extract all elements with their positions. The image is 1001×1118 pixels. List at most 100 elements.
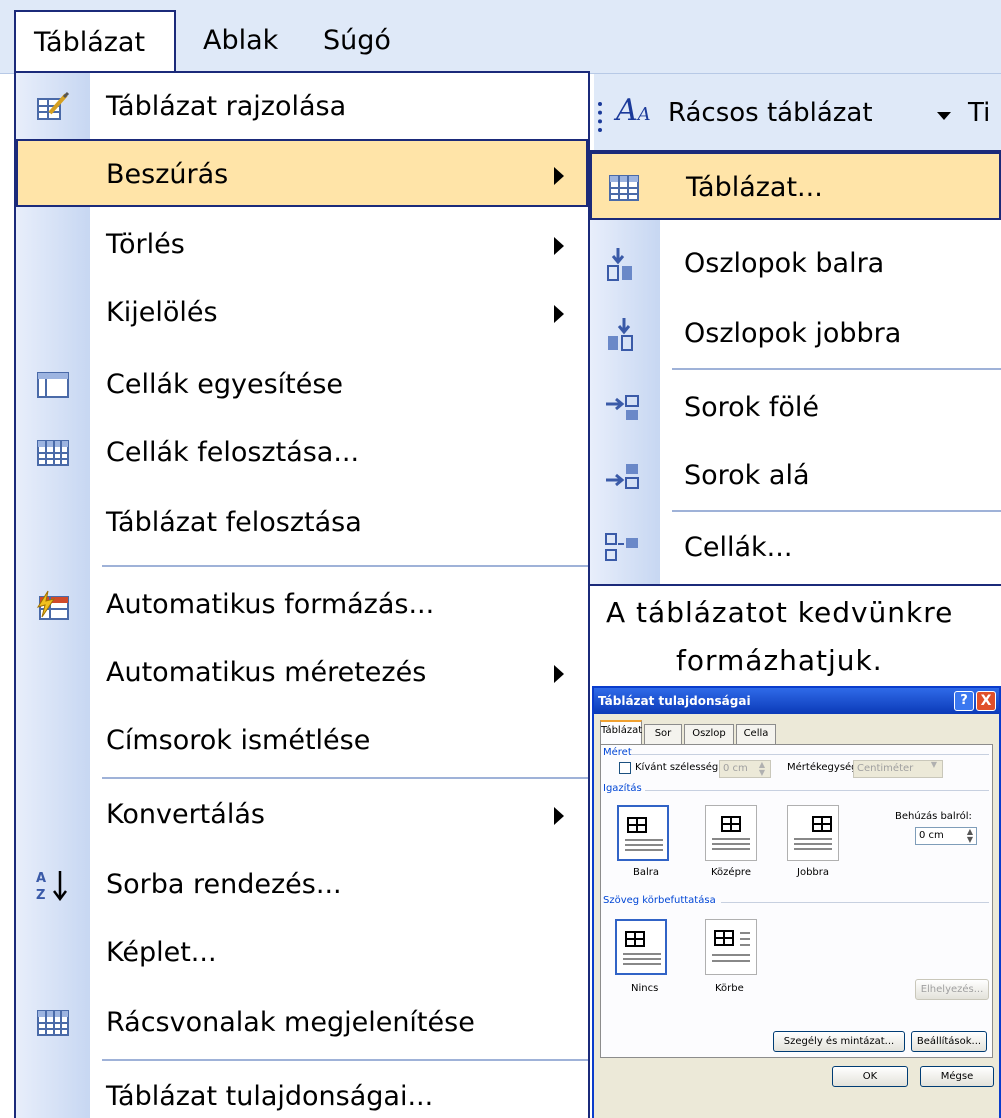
submenu-item-label: Oszlopok balra [684, 248, 885, 279]
positioning-button[interactable]: Elhelyezés... [915, 979, 989, 1000]
size-group-label: Méret [603, 747, 632, 758]
menu-item-label: Címsorok ismétlése [106, 725, 371, 756]
close-icon[interactable]: X [976, 691, 996, 711]
tab-column[interactable]: Oszlop [684, 724, 734, 744]
align-center-label: Középre [711, 867, 751, 878]
wrap-none-option[interactable] [615, 919, 667, 975]
menu-item-label: Automatikus méretezés [106, 657, 427, 688]
group-divider [631, 754, 989, 755]
spinner-icon[interactable]: ▲ ▼ [963, 828, 977, 844]
menu-item-convert[interactable]: Konvertálás [16, 781, 588, 849]
menu-tablazat[interactable]: Táblázat [14, 10, 176, 72]
menu-bar: Táblázat Ablak Súgó [0, 0, 1001, 74]
sort-az-icon: A Z [36, 871, 67, 901]
insert-table-icon [609, 175, 639, 201]
align-left-label: Balra [633, 867, 660, 878]
chevron-down-icon[interactable] [929, 96, 959, 134]
tab-row[interactable]: Sor [644, 724, 682, 744]
table-properties-dialog: Táblázat tulajdonságai ? X Táblázat Sor … [592, 686, 1001, 1118]
text-line [712, 960, 750, 962]
submenu-item-rows-below[interactable]: Sorok alá [590, 442, 1001, 510]
table-grid-icon [721, 816, 741, 832]
align-center-option[interactable] [705, 805, 757, 861]
preferred-width-checkbox[interactable] [619, 762, 631, 774]
submenu-item-columns-left[interactable]: Oszlopok balra [590, 230, 1001, 298]
submenu-item-label: Oszlopok jobbra [684, 318, 902, 349]
preferred-width-label: Kívánt szélesség: [635, 762, 722, 773]
table-style-combo[interactable]: Rácsos táblázat [668, 91, 873, 135]
tab-cell[interactable]: Cella [736, 724, 776, 744]
menu-item-formula[interactable]: Képlet... [16, 919, 588, 987]
menu-item-merge-cells[interactable]: Cellák egyesítése [16, 351, 588, 419]
cancel-button[interactable]: Mégse [920, 1066, 994, 1087]
insert-rows-below-icon [606, 464, 639, 489]
gridlines-icon [37, 1010, 69, 1036]
styles-glyph: A [616, 93, 638, 128]
toolbar-grip-icon[interactable] [598, 102, 602, 132]
options-button[interactable]: Beállítások... [911, 1031, 987, 1052]
menu-item-autofit[interactable]: Automatikus méretezés [16, 639, 588, 707]
submenu-item-table[interactable]: Táblázat... [590, 152, 1001, 220]
menu-item-select[interactable]: Kijelölés [16, 279, 588, 347]
text-line [623, 958, 661, 960]
menu-item-repeat-headings[interactable]: Címsorok ismétlése [16, 707, 588, 775]
menu-item-label: Beszúrás [106, 159, 229, 190]
submenu-item-label: Sorok fölé [684, 392, 820, 423]
menu-item-show-gridlines[interactable]: Rácsvonalak megjelenítése [16, 989, 588, 1057]
text-line [712, 838, 750, 840]
menu-item-delete[interactable]: Törlés [16, 211, 588, 279]
menu-item-label: Cellák egyesítése [106, 369, 344, 400]
text-line [794, 843, 832, 845]
group-divider [721, 902, 989, 903]
text-line [740, 932, 750, 934]
align-right-option[interactable] [787, 805, 839, 861]
caption-line-2: formázhatjuk. [676, 644, 883, 677]
styles-icon[interactable]: AA [616, 93, 651, 128]
align-left-option[interactable] [617, 805, 669, 861]
text-line [625, 844, 663, 846]
menu-ablak[interactable]: Ablak [185, 10, 296, 72]
text-line [794, 838, 832, 840]
borders-shading-button[interactable]: Szegély és mintázat... [773, 1031, 905, 1052]
wrap-around-label: Körbe [715, 983, 744, 994]
split-cells-icon [37, 440, 69, 466]
menu-item-split-table[interactable]: Táblázat felosztása [16, 489, 588, 557]
tab-table[interactable]: Táblázat [600, 720, 642, 745]
table-grid-icon [627, 817, 647, 833]
submenu-item-columns-right[interactable]: Oszlopok jobbra [590, 300, 1001, 368]
submenu-item-cells[interactable]: Cellák... [590, 514, 1001, 582]
submenu-arrow-icon [554, 807, 564, 825]
chevron-down-icon[interactable]: ▼ [927, 761, 941, 777]
menu-item-split-cells[interactable]: Cellák felosztása... [16, 419, 588, 487]
autoformat-icon [36, 590, 69, 620]
draw-table-icon [37, 91, 70, 120]
insert-columns-right-icon [608, 318, 633, 351]
menu-item-draw-table[interactable]: Táblázat rajzolása [16, 73, 588, 141]
ok-button[interactable]: OK [832, 1066, 908, 1087]
menu-item-table-properties[interactable]: Táblázat tulajdonságai... [16, 1063, 588, 1118]
merge-cells-icon [37, 372, 69, 398]
submenu-separator [672, 510, 1001, 512]
indent-label: Behúzás balról: [895, 811, 972, 822]
menu-item-label: Konvertálás [106, 799, 265, 830]
wrap-around-option[interactable] [705, 919, 757, 975]
text-line [623, 953, 661, 955]
submenu-arrow-icon [554, 167, 564, 185]
table-grid-icon [812, 816, 832, 832]
group-divider [645, 790, 989, 791]
menu-item-sort[interactable]: A Z Sorba rendezés... [16, 851, 588, 919]
submenu-arrow-icon [554, 237, 564, 255]
menu-item-autoformat[interactable]: Automatikus formázás... [16, 571, 588, 639]
submenu-item-rows-above[interactable]: Sorok fölé [590, 374, 1001, 442]
menu-item-label: Sorba rendezés... [106, 869, 342, 900]
styles-glyph-small: A [637, 104, 651, 125]
insert-columns-left-icon [607, 248, 632, 281]
wrap-none-label: Nincs [631, 983, 659, 994]
dialog-title: Táblázat tulajdonságai [594, 688, 999, 714]
text-line [623, 963, 661, 965]
menu-sugo[interactable]: Súgó [305, 10, 409, 72]
menu-item-insert[interactable]: Beszúrás [16, 139, 588, 207]
insert-rows-above-icon [606, 395, 639, 420]
spinner-icon[interactable]: ▲ ▼ [755, 761, 769, 777]
help-icon[interactable]: ? [954, 691, 974, 711]
